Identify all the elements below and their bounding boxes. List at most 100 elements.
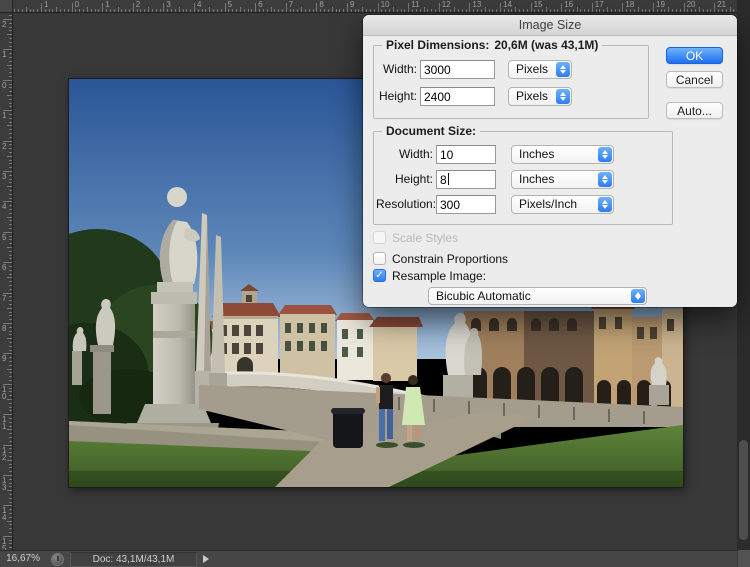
ruler-tick (450, 9, 451, 12)
ruler-tick (9, 464, 12, 465)
ruler-tick (293, 9, 294, 12)
document-size-status[interactable]: Doc: 43,1M/43,1M (70, 552, 197, 567)
ruler-tick (7, 34, 12, 35)
ruler-tick (52, 9, 53, 12)
cancel-button[interactable]: Cancel (666, 71, 723, 88)
ruler-tick (699, 7, 700, 12)
ruler-tick (515, 7, 516, 12)
ruler-tick (9, 528, 12, 529)
ruler-tick (297, 9, 298, 12)
ruler-number: 18 (625, 1, 634, 9)
ruler-tick (9, 87, 12, 88)
ruler-tick (9, 494, 12, 495)
ruler-tick (7, 125, 12, 126)
resample-image-checkbox[interactable]: ✓ (373, 269, 386, 282)
px-height-input[interactable] (420, 87, 495, 106)
ruler-tick (9, 448, 12, 449)
px-width-unit-select[interactable]: Pixels (508, 60, 572, 79)
ruler-tick (152, 9, 153, 12)
ruler-tick (263, 9, 264, 12)
ruler-tick (9, 274, 12, 275)
ruler-tick (9, 467, 12, 468)
ruler-tick (9, 471, 12, 472)
ruler-tick (9, 281, 12, 282)
ruler-tick (9, 42, 12, 43)
ruler-tick (653, 3, 654, 12)
ruler-tick (271, 7, 272, 12)
ruler-number: 1 3 (2, 477, 6, 491)
ruler-tick (7, 277, 12, 278)
ruler-tick (9, 547, 12, 548)
ruler-tick (83, 9, 84, 12)
px-height-unit-select[interactable]: Pixels (508, 87, 572, 106)
ruler-tick (9, 319, 12, 320)
ruler-tick (500, 3, 501, 12)
dialog-title-bar[interactable]: Image Size (363, 15, 737, 36)
ruler-tick (56, 7, 57, 12)
ruler-number: 1 (2, 112, 6, 119)
ruler-number: 13 (472, 1, 481, 9)
doc-width-unit-select[interactable]: Inches (511, 145, 614, 164)
ruler-tick (9, 144, 12, 145)
ruler-tick (561, 3, 562, 12)
ruler-tick (9, 239, 12, 240)
ruler-tick (26, 7, 27, 12)
vertical-scrollbar-track[interactable] (737, 0, 750, 550)
status-indicator-icon[interactable] (51, 553, 64, 566)
ruler-tick (9, 198, 12, 199)
ruler-tick (278, 9, 279, 12)
ruler-tick (9, 57, 12, 58)
window-resize-corner[interactable] (737, 550, 750, 567)
resolution-unit-select[interactable]: Pixels/Inch (511, 195, 614, 214)
ruler-tick (9, 422, 12, 423)
doc-width-input[interactable] (436, 145, 496, 164)
ruler-number: 20 (687, 1, 696, 9)
ruler-tick (205, 9, 206, 12)
ruler-tick (358, 9, 359, 12)
ruler-top[interactable]: 10123456789101112131415161718192021 (13, 0, 737, 13)
doc-height-input[interactable] (436, 170, 496, 189)
ruler-tick (140, 9, 141, 12)
ruler-tick (60, 9, 61, 12)
ruler-tick (638, 7, 639, 12)
ruler-tick (255, 3, 256, 12)
px-width-input[interactable] (420, 60, 495, 79)
resample-method-select[interactable]: Bicubic Automatic (428, 287, 647, 305)
vertical-scrollbar-thumb[interactable] (739, 440, 748, 540)
ruler-tick (519, 9, 520, 12)
ruler-tick (87, 7, 88, 12)
ok-button[interactable]: OK (666, 47, 723, 64)
ruler-corner[interactable] (0, 0, 13, 13)
resolution-input[interactable] (436, 195, 496, 214)
auto-button[interactable]: Auto... (666, 102, 723, 119)
zoom-level-field[interactable]: 16,67% (6, 551, 40, 567)
ruler-tick (202, 9, 203, 12)
ruler-tick (630, 9, 631, 12)
ruler-left[interactable]: 2101234567891 01 11 21 31 41 5 (0, 13, 13, 550)
ruler-tick (9, 346, 12, 347)
ruler-tick (9, 437, 12, 438)
ruler-tick (9, 255, 12, 256)
ruler-tick (9, 46, 12, 47)
ruler-number: 8 (319, 1, 323, 9)
ruler-tick (508, 9, 509, 12)
ruler-tick (251, 9, 252, 12)
doc-height-unit-value: Inches (519, 171, 554, 188)
ruler-tick (9, 167, 12, 168)
ruler-tick (9, 38, 12, 39)
ruler-tick (9, 479, 12, 480)
ruler-tick (198, 9, 199, 12)
status-flyout-arrow-icon[interactable] (203, 555, 209, 563)
ruler-tick (542, 9, 543, 12)
ruler-number: 16 (564, 1, 573, 9)
doc-height-unit-select[interactable]: Inches (511, 170, 614, 189)
ruler-tick (248, 9, 249, 12)
ruler-tick (401, 9, 402, 12)
ruler-tick (68, 9, 69, 12)
constrain-proportions-checkbox[interactable] (373, 252, 386, 265)
ruler-tick (370, 9, 371, 12)
ruler-tick (9, 456, 12, 457)
ruler-tick (565, 9, 566, 12)
resample-method-value: Bicubic Automatic (436, 288, 531, 305)
ruler-tick (9, 224, 12, 225)
